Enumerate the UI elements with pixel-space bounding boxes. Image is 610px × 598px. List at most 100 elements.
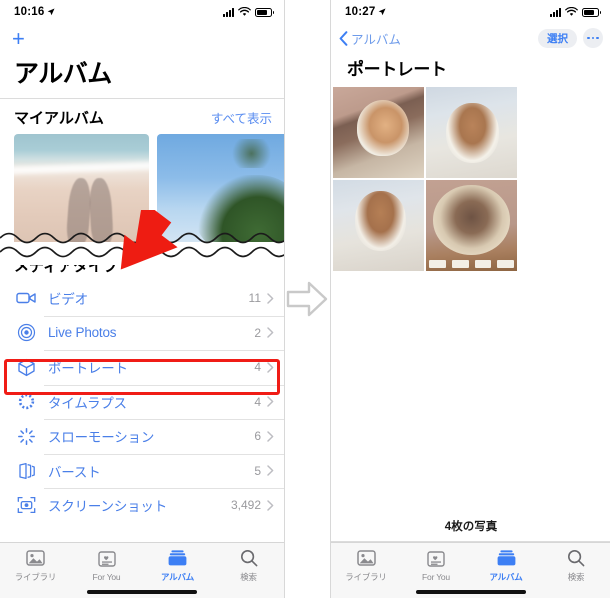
slow-motion-icon [14, 425, 38, 447]
media-type-label: ビデオ [48, 292, 88, 308]
chevron-right-icon [267, 465, 274, 476]
tab-label: アルバム [489, 571, 523, 582]
battery-icon [582, 7, 601, 17]
location-arrow-icon [379, 8, 386, 16]
left-status-time: 10:16 [14, 6, 45, 18]
right-nav-bar: アルバム 選択 [331, 24, 610, 52]
select-button-label: 選択 [547, 32, 568, 45]
add-album-button[interactable]: + [12, 28, 25, 50]
photo-count-label: 4枚の写真 [444, 521, 498, 533]
chevron-right-icon [267, 327, 274, 338]
media-type-count: 5 [254, 463, 261, 478]
left-tab-bar: ライブラリ For You アルバム 検索 [0, 542, 284, 598]
albums-icon [497, 548, 516, 568]
media-types-list: ビデオ 11 Live Photos 2 ポートレート 4 タイムラプス 4 ス… [0, 281, 284, 523]
tab-search[interactable]: 検索 [541, 543, 610, 587]
albums-page-title: アルバム [14, 60, 112, 88]
cellular-signal-icon [223, 7, 234, 17]
tab-albums[interactable]: アルバム [471, 543, 541, 587]
battery-icon [255, 7, 274, 17]
left-status-bar: 10:16 [0, 0, 284, 24]
media-type-count: 11 [248, 291, 261, 306]
for-you-icon [97, 549, 116, 569]
wifi-icon [238, 7, 251, 16]
albums-icon [168, 548, 187, 568]
home-indicator [416, 590, 526, 594]
chevron-right-icon [267, 396, 274, 407]
my-albums-heading: マイアルバム [14, 110, 104, 127]
tab-label: ライブラリ [345, 571, 387, 582]
media-type-row-slow-motion[interactable]: スローモーション 6 [0, 419, 284, 454]
media-type-row-burst[interactable]: バースト 5 [0, 453, 284, 489]
tab-library[interactable]: ライブラリ [0, 543, 71, 587]
media-type-label: Live Photos [48, 325, 117, 341]
media-type-row-portrait[interactable]: ポートレート 4 [0, 350, 284, 385]
library-icon [356, 548, 376, 568]
media-type-label: バースト [48, 464, 101, 480]
left-status-time-group: 10:16 [14, 6, 55, 18]
album-thumbnail-row [0, 134, 284, 249]
media-type-row-timelapse[interactable]: タイムラプス 4 [0, 384, 284, 420]
back-to-albums-button[interactable]: アルバム [339, 29, 401, 48]
video-camera-icon [14, 287, 38, 309]
search-icon [567, 548, 585, 568]
right-status-time: 10:27 [345, 6, 376, 18]
portrait-cube-icon [14, 356, 38, 378]
media-type-count: 3,492 [230, 498, 261, 513]
more-options-button[interactable] [583, 28, 603, 48]
see-all-link[interactable]: すべて表示 [211, 108, 272, 127]
back-button-label: アルバム [351, 32, 401, 47]
media-type-count: 6 [254, 429, 261, 444]
tab-label: For You [92, 571, 121, 582]
tab-library[interactable]: ライブラリ [331, 543, 401, 587]
screenshot-root: 10:16 + アルバム マイアルバム すべて表示 メディアタイプ ビデオ 11… [0, 0, 610, 598]
tab-label: ライブラリ [14, 571, 57, 582]
album-thumbnail-sky[interactable] [157, 134, 284, 249]
right-status-indicators [550, 7, 601, 17]
right-status-time-group: 10:27 [345, 6, 386, 18]
photo-grid-item[interactable] [426, 180, 517, 271]
left-status-indicators [223, 7, 274, 17]
tab-label: 検索 [240, 571, 257, 582]
media-types-heading: メディアタイプ [14, 258, 118, 275]
media-type-count: 4 [254, 360, 261, 375]
media-type-row-live-photos[interactable]: Live Photos 2 [0, 315, 284, 351]
library-icon [26, 548, 45, 568]
media-type-label: ポートレート [48, 361, 128, 377]
right-phone-screen: 10:27 アルバム 選択 ポートレート 4枚の写真 ライブラリ For You… [330, 0, 610, 598]
media-type-count: 2 [254, 325, 261, 340]
search-icon [240, 548, 258, 568]
tab-for-you[interactable]: For You [401, 543, 471, 587]
photo-grid-item[interactable] [333, 180, 424, 271]
tab-search[interactable]: 検索 [213, 543, 284, 587]
chevron-right-icon [267, 293, 274, 304]
right-status-bar: 10:27 [331, 0, 610, 24]
media-type-row-screenshot[interactable]: スクリーンショット 3,492 [0, 488, 284, 523]
left-phone-screen: 10:16 + アルバム マイアルバム すべて表示 メディアタイプ ビデオ 11… [0, 0, 285, 598]
photo-grid-item[interactable] [426, 87, 517, 178]
burst-icon [14, 460, 38, 482]
chevron-right-icon [267, 431, 274, 442]
media-type-row-video[interactable]: ビデオ 11 [0, 281, 284, 316]
select-button[interactable]: 選択 [538, 28, 577, 48]
live-photos-icon [14, 322, 38, 344]
photo-grid [331, 87, 610, 271]
media-type-count: 4 [254, 394, 261, 409]
location-arrow-icon [48, 8, 55, 16]
home-indicator [87, 590, 197, 594]
photo-grid-item[interactable] [333, 87, 424, 178]
media-type-label: スローモーション [48, 430, 155, 446]
chevron-left-icon [339, 30, 348, 46]
screenshot-icon [14, 494, 38, 516]
right-tab-bar: ライブラリ For You アルバム 検索 [331, 542, 610, 598]
tab-label: For You [422, 571, 450, 582]
tab-label: アルバム [160, 571, 195, 582]
tab-for-you[interactable]: For You [71, 543, 142, 587]
wifi-icon [565, 7, 578, 16]
media-type-label: タイムラプス [48, 395, 127, 411]
for-you-icon [427, 549, 445, 569]
tab-albums[interactable]: アルバム [142, 543, 213, 587]
chevron-right-icon [267, 500, 274, 511]
album-thumbnail-beach[interactable] [14, 134, 149, 249]
timelapse-icon [14, 391, 38, 413]
